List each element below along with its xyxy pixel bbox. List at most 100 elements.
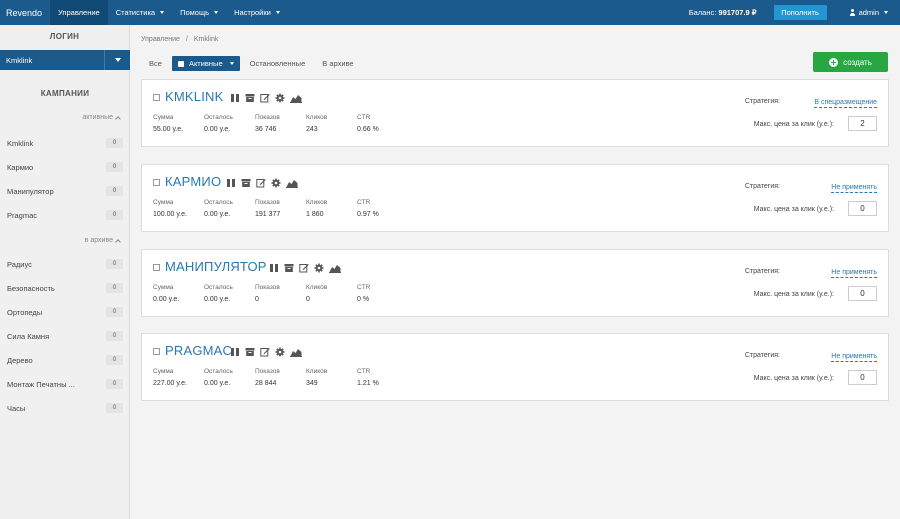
sidebar-item-mounting[interactable]: Монтаж Печатны ... 0 [0,374,130,394]
campaign-title[interactable]: КАРМИО [165,174,221,189]
pause-icon[interactable] [230,347,240,357]
filter-stopped[interactable]: Остановленные [250,59,306,68]
pause-icon[interactable] [269,263,279,273]
count-badge: 0 [106,307,123,317]
filter-all[interactable]: Все [149,59,162,68]
breadcrumb-root[interactable]: Управление [141,36,180,43]
stat-value: 191 377 [255,211,281,218]
stat-label: Осталось [204,368,233,375]
chart-icon[interactable] [286,178,298,188]
sidebar-item-radius[interactable]: Радиус 0 [0,254,130,274]
topup-button[interactable]: Пополнить [773,5,827,20]
nav-label: Помощь [180,8,210,17]
stat-shows: Показов 191 377 [255,199,306,218]
sidebar-item-label: Радиус [7,259,32,269]
nav-settings[interactable]: Настройки [226,0,288,25]
brand-logo[interactable]: Revendo [0,8,50,18]
sidebar-item-orthopedics[interactable]: Ортопеды 0 [0,302,130,322]
active-section-toggle[interactable]: активные [82,114,121,122]
strategy-value[interactable]: Не применять [831,183,877,193]
pause-icon[interactable] [226,178,236,188]
edit-icon[interactable] [260,93,270,103]
edit-icon[interactable] [299,263,309,273]
archive-icon[interactable] [245,347,255,357]
nav-management[interactable]: Управление [50,0,108,25]
filter-active[interactable]: Активные [171,56,240,71]
chart-icon[interactable] [329,263,341,273]
sidebar-item-kmklink[interactable]: Kmklink 0 [0,133,130,153]
max-price-label: Макс. цена за клик (у.е.): [753,121,834,128]
create-button[interactable]: создать [813,52,888,72]
sidebar-item-pragmac[interactable]: Pragmac 0 [0,205,130,225]
archive-icon[interactable] [284,263,294,273]
strategy-value[interactable]: Не применять [831,352,877,362]
sidebar-item-label: Kmklink [7,138,34,148]
create-label: создать [843,57,872,67]
nav-label: Статистика [115,8,156,17]
sidebar-item-label: Манипулятор [7,186,54,196]
campaign-card: KMKLINK Сумма 55.00 у.е. Осталось 0.00 у.е… [141,79,889,147]
sidebar-item-stone-power[interactable]: Сила Камня 0 [0,326,130,346]
stat-sum: Сумма 0.00 у.е. [153,284,204,303]
stat-label: Кликов [306,199,328,206]
count-badge: 0 [106,162,123,172]
strategy-value[interactable]: В спецразмещение [814,98,877,108]
login-header: ЛОГИН [49,32,80,41]
campaign-checkbox[interactable] [153,94,160,101]
sidebar-item-clocks[interactable]: Часы 0 [0,398,130,418]
max-price-input[interactable]: 0 [848,286,877,301]
stat-value: 36 746 [255,126,277,133]
max-price-input[interactable]: 0 [848,201,877,216]
stat-clicks: Кликов 243 [306,114,357,133]
chart-icon[interactable] [290,347,302,357]
filter-archive[interactable]: В архиве [322,59,353,68]
stat-label: Сумма [153,199,174,206]
stat-value: 0 % [357,296,370,303]
archive-section-toggle[interactable]: в архиве [85,237,121,245]
strategy-value[interactable]: Не применять [831,268,877,278]
count-badge: 0 [106,259,123,269]
nav-statistics[interactable]: Статистика [108,0,172,25]
campaign-title[interactable]: МАНИПУЛЯТОР [165,259,267,274]
gear-icon[interactable] [314,263,324,273]
campaign-tools [230,93,302,103]
stat-label: Сумма [153,284,174,291]
nav-help[interactable]: Помощь [172,0,226,25]
gear-icon[interactable] [271,178,281,188]
max-price-input[interactable]: 2 [848,116,877,131]
sidebar-item-security[interactable]: Безопасность 0 [0,278,130,298]
stat-value: 0.66 % [357,126,379,133]
campaign-checkbox[interactable] [153,264,160,271]
stat-left: Осталось 0.00 у.е. [204,368,255,387]
chevron-down-icon [114,58,121,62]
stat-label: CTR [357,284,371,291]
campaign-card: МАНИПУЛЯТОР Сумма 0.00 у.е. Осталось 0.00 … [141,249,889,317]
stat-value: 0.00 у.е. [204,296,231,303]
sidebar-item-manipulator[interactable]: Манипулятор 0 [0,181,130,201]
archive-icon[interactable] [245,93,255,103]
user-menu[interactable]: admin [849,8,888,17]
campaign-checkbox[interactable] [153,348,160,355]
login-select[interactable]: Kmklink [0,50,130,70]
login-select-toggle[interactable] [104,50,130,70]
sidebar-item-karmio[interactable]: Кармио 0 [0,157,130,177]
edit-icon[interactable] [256,178,266,188]
sidebar-item-wood[interactable]: Дерево 0 [0,350,130,370]
chart-icon[interactable] [290,93,302,103]
count-badge: 0 [106,283,123,293]
archive-icon[interactable] [241,178,251,188]
pause-icon[interactable] [230,93,240,103]
gear-icon[interactable] [275,93,285,103]
stat-sum: Сумма 55.00 у.е. [153,114,204,133]
stat-shows: Показов 0 [255,284,306,303]
edit-icon[interactable] [260,347,270,357]
max-price-input[interactable]: 0 [848,370,877,385]
balance-label: Баланс: [688,8,717,17]
campaign-stats: Сумма 0.00 у.е. Осталось 0.00 у.е. Показов… [153,284,408,303]
campaign-title[interactable]: KMKLINK [165,89,223,104]
count-badge: 0 [106,403,123,413]
gear-icon[interactable] [275,347,285,357]
campaign-checkbox[interactable] [153,179,160,186]
chevron-down-icon [229,62,234,65]
campaign-title[interactable]: PRAGMAC [165,343,232,358]
